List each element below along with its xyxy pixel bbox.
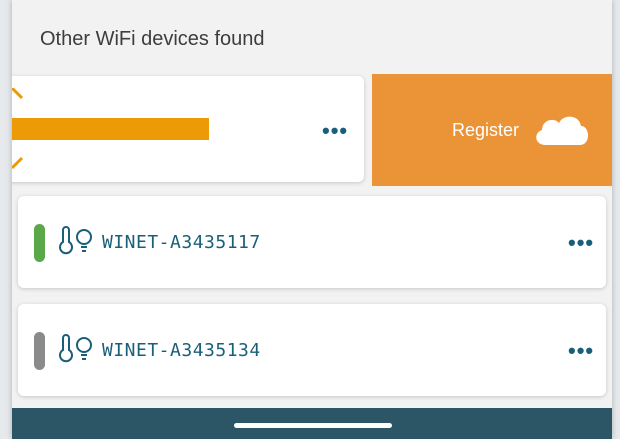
home-indicator[interactable] [234, 423, 392, 428]
device-name: WINET-A3435117 [102, 232, 261, 253]
register-label: Register [452, 119, 520, 140]
status-indicator-online [34, 224, 45, 262]
device-name: WINET-A3435134 [102, 340, 261, 361]
orange-arrow-marks [12, 88, 24, 170]
device-card[interactable]: WINET-A3435117 ••• [18, 196, 606, 288]
bottom-navigation-bar [12, 408, 612, 439]
more-options-button[interactable]: ••• [568, 340, 594, 362]
device-list-panel: Other WiFi devices found ••• Register WI… [12, 0, 612, 439]
section-title: Other WiFi devices found [40, 28, 265, 50]
cloud-icon [536, 116, 589, 145]
thermometer-bulb-icon [59, 226, 92, 255]
more-options-button[interactable]: ••• [568, 232, 594, 254]
thermometer-bulb-icon [59, 334, 92, 363]
more-options-button[interactable]: ••• [322, 120, 348, 142]
redaction-bar [12, 118, 209, 140]
register-button[interactable]: Register [372, 74, 612, 186]
status-indicator-offline [34, 332, 45, 370]
device-card[interactable]: WINET-A3435134 ••• [18, 304, 606, 396]
